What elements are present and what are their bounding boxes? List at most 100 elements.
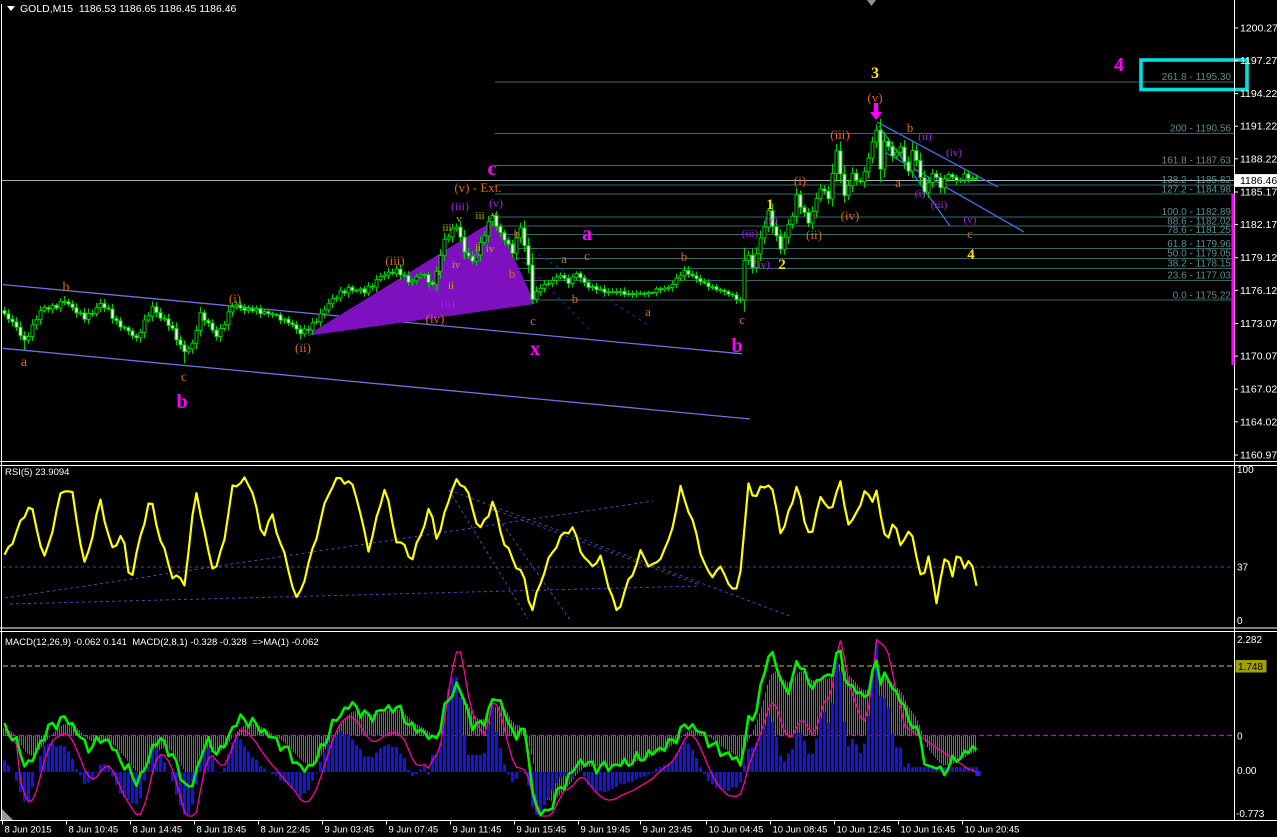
svg-text:(iv): (iv) [946, 147, 962, 159]
svg-text:(i): (i) [429, 282, 440, 294]
svg-text:9 Jun 03:45: 9 Jun 03:45 [325, 825, 375, 836]
svg-text:b: b [176, 391, 187, 413]
svg-text:100: 100 [1237, 465, 1254, 476]
svg-text:b: b [572, 291, 579, 306]
svg-text:1185.17: 1185.17 [1240, 187, 1277, 199]
svg-text:1.748: 1.748 [1238, 662, 1263, 673]
svg-text:1160.97: 1160.97 [1240, 450, 1277, 462]
svg-text:0.0 - 1175.22: 0.0 - 1175.22 [1173, 290, 1232, 301]
svg-text:0: 0 [1237, 732, 1243, 743]
svg-text:10 Jun 20:45: 10 Jun 20:45 [965, 825, 1020, 836]
svg-text:b: b [681, 249, 688, 264]
svg-text:8 Jun 2015: 8 Jun 2015 [5, 825, 52, 836]
svg-text:iii: iii [475, 210, 484, 222]
svg-text:9 Jun 19:45: 9 Jun 19:45 [581, 825, 631, 836]
svg-text:c: c [181, 370, 187, 385]
svg-text:a: a [895, 175, 901, 190]
svg-text:a: a [645, 304, 651, 319]
svg-text:iv: iv [486, 243, 495, 255]
svg-text:1164.02: 1164.02 [1240, 416, 1277, 428]
svg-text:0.00: 0.00 [1237, 766, 1257, 777]
svg-text:c: c [584, 248, 590, 263]
svg-text:(v): (v) [765, 214, 778, 226]
svg-text:261.8 - 1195.30: 261.8 - 1195.30 [1162, 72, 1232, 83]
svg-text:GOLD,M15 1186.53 1186.65 1186: GOLD,M15 1186.53 1186.65 1186.45 1186.46 [20, 3, 237, 15]
svg-text:1176.12: 1176.12 [1240, 285, 1277, 297]
svg-text:b: b [731, 335, 742, 357]
svg-text:c: c [967, 226, 973, 241]
svg-text:1: 1 [766, 197, 774, 213]
svg-text:3: 3 [871, 65, 879, 82]
svg-text:b: b [63, 280, 70, 295]
svg-text:200 - 1190.56: 200 - 1190.56 [1170, 124, 1231, 135]
svg-text:(ii): (ii) [806, 227, 822, 242]
svg-text:(iv): (iv) [462, 249, 478, 261]
svg-text:(i): (i) [915, 188, 926, 200]
svg-text:0: 0 [1237, 616, 1243, 627]
svg-text:RSI(5) 23.9094: RSI(5) 23.9094 [5, 467, 69, 478]
svg-text:x: x [530, 338, 540, 360]
svg-text:1182.17: 1182.17 [1240, 219, 1277, 231]
svg-text:b: b [514, 226, 521, 241]
svg-text:b: b [509, 266, 516, 281]
svg-text:(iii): (iii) [385, 253, 405, 268]
svg-text:ii: ii [448, 280, 454, 292]
svg-text:(v): (v) [489, 196, 503, 210]
svg-text:1191.22: 1191.22 [1240, 121, 1277, 133]
svg-text:9 Jun 11:45: 9 Jun 11:45 [453, 825, 502, 836]
svg-text:v: v [456, 213, 462, 225]
svg-text:9 Jun 15:45: 9 Jun 15:45 [517, 825, 567, 836]
svg-text:1167.02: 1167.02 [1240, 384, 1277, 396]
svg-text:23.6 - 1177.03: 23.6 - 1177.03 [1167, 271, 1231, 282]
svg-text:c: c [488, 158, 497, 180]
svg-text:8 Jun 14:45: 8 Jun 14:45 [133, 825, 183, 836]
svg-text:iii: iii [442, 222, 451, 234]
svg-text:8 Jun 10:45: 8 Jun 10:45 [69, 825, 119, 836]
svg-text:4: 4 [1114, 54, 1124, 76]
svg-text:10 Jun 08:45: 10 Jun 08:45 [773, 825, 828, 836]
svg-text:(ii): (ii) [441, 298, 455, 310]
svg-text:(iv): (iv) [841, 208, 860, 223]
svg-text:a: a [582, 223, 592, 245]
svg-text:(iii): (iii) [742, 228, 759, 240]
svg-text:1186.46: 1186.46 [1240, 175, 1277, 187]
svg-text:(iii): (iii) [451, 199, 469, 213]
svg-text:1200.27: 1200.27 [1240, 22, 1277, 34]
svg-text:10 Jun 12:45: 10 Jun 12:45 [837, 825, 892, 836]
svg-text:1170.07: 1170.07 [1240, 351, 1277, 363]
svg-text:(v): (v) [964, 214, 977, 226]
svg-text:(iii): (iii) [931, 199, 948, 211]
svg-text:(v) - Ext.: (v) - Ext. [454, 180, 501, 195]
svg-text:1194.22: 1194.22 [1240, 88, 1277, 100]
svg-text:37: 37 [1237, 563, 1249, 574]
svg-text:127.2 - 1184.98: 127.2 - 1184.98 [1162, 184, 1232, 195]
svg-text:8 Jun 22:45: 8 Jun 22:45 [261, 825, 311, 836]
svg-text:1188.22: 1188.22 [1240, 153, 1277, 165]
svg-text:(ii): (ii) [918, 131, 932, 143]
svg-text:1173.07: 1173.07 [1240, 318, 1277, 330]
svg-text:1197.27: 1197.27 [1240, 55, 1277, 67]
svg-text:78.6 - 1181.25: 78.6 - 1181.25 [1167, 225, 1231, 236]
svg-text:2: 2 [778, 257, 786, 273]
svg-text:1179.12: 1179.12 [1240, 252, 1277, 264]
svg-text:iv: iv [452, 259, 461, 271]
svg-text:a: a [21, 355, 28, 370]
svg-text:(i): (i) [229, 291, 241, 306]
svg-text:38.2 - 1178.15: 38.2 - 1178.15 [1167, 259, 1231, 270]
svg-text:c: c [530, 313, 536, 328]
svg-text:9 Jun 23:45: 9 Jun 23:45 [643, 825, 693, 836]
svg-text:(iii): (iii) [830, 127, 850, 142]
svg-text:(iv): (iv) [426, 311, 445, 326]
svg-text:8 Jun 18:45: 8 Jun 18:45 [197, 825, 247, 836]
svg-text:4: 4 [967, 247, 975, 263]
svg-text:v: v [491, 209, 497, 221]
svg-text:i: i [437, 266, 440, 278]
svg-text:2.282: 2.282 [1237, 635, 1262, 646]
svg-text:10 Jun 16:45: 10 Jun 16:45 [901, 825, 956, 836]
svg-text:-0.773: -0.773 [1236, 809, 1265, 820]
svg-text:(iv): (iv) [754, 259, 770, 271]
svg-text:(ii): (ii) [295, 340, 311, 355]
svg-text:9 Jun 07:45: 9 Jun 07:45 [389, 825, 439, 836]
svg-text:(v): (v) [867, 90, 882, 105]
svg-text:b: b [907, 120, 914, 135]
